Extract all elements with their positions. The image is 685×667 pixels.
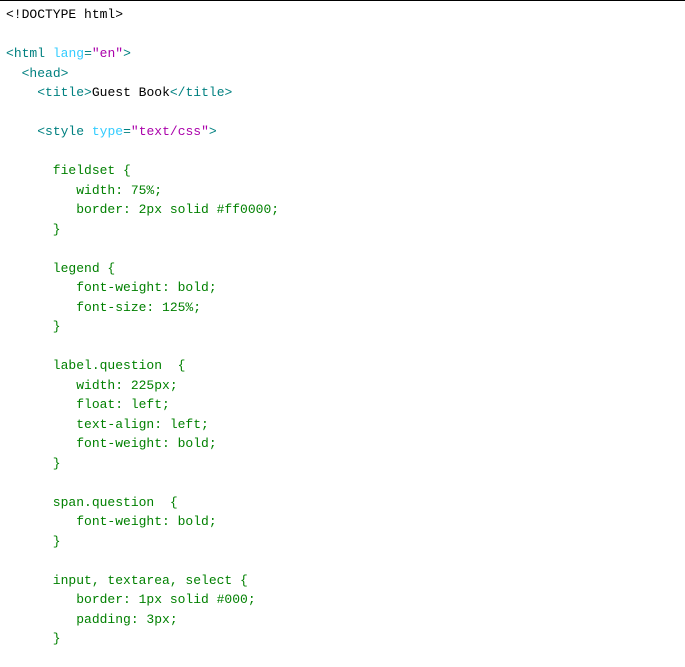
css-content: fieldset { width: 75%; border: 2px solid… <box>6 163 279 646</box>
attr-value-textcss: "text/css" <box>131 124 209 139</box>
space <box>84 124 92 139</box>
tag-bracket: < <box>6 46 14 61</box>
tag-bracket: < <box>37 124 45 139</box>
space <box>45 46 53 61</box>
equals: = <box>84 46 92 61</box>
equals: = <box>123 124 131 139</box>
tag-bracket: > <box>123 46 131 61</box>
tag-name-html: html <box>14 46 45 61</box>
tag-bracket: < <box>37 85 45 100</box>
tag-bracket: > <box>84 85 92 100</box>
code-block: <!DOCTYPE html> <html lang="en"> <head> … <box>6 5 679 649</box>
doctype-text: <!DOCTYPE html> <box>6 7 123 22</box>
tag-name-style: style <box>45 124 84 139</box>
title-text: Guest Book <box>92 85 170 100</box>
attr-type: type <box>92 124 123 139</box>
tag-name-title: title <box>45 85 84 100</box>
attr-value-en: "en" <box>92 46 123 61</box>
tag-bracket: > <box>225 85 233 100</box>
code-viewer: <!DOCTYPE html> <html lang="en"> <head> … <box>0 0 685 667</box>
tag-bracket: </ <box>170 85 186 100</box>
tag-bracket: > <box>209 124 217 139</box>
tag-head-open: <head> <box>22 66 69 81</box>
attr-lang: lang <box>53 46 84 61</box>
tag-name-title: title <box>185 85 224 100</box>
